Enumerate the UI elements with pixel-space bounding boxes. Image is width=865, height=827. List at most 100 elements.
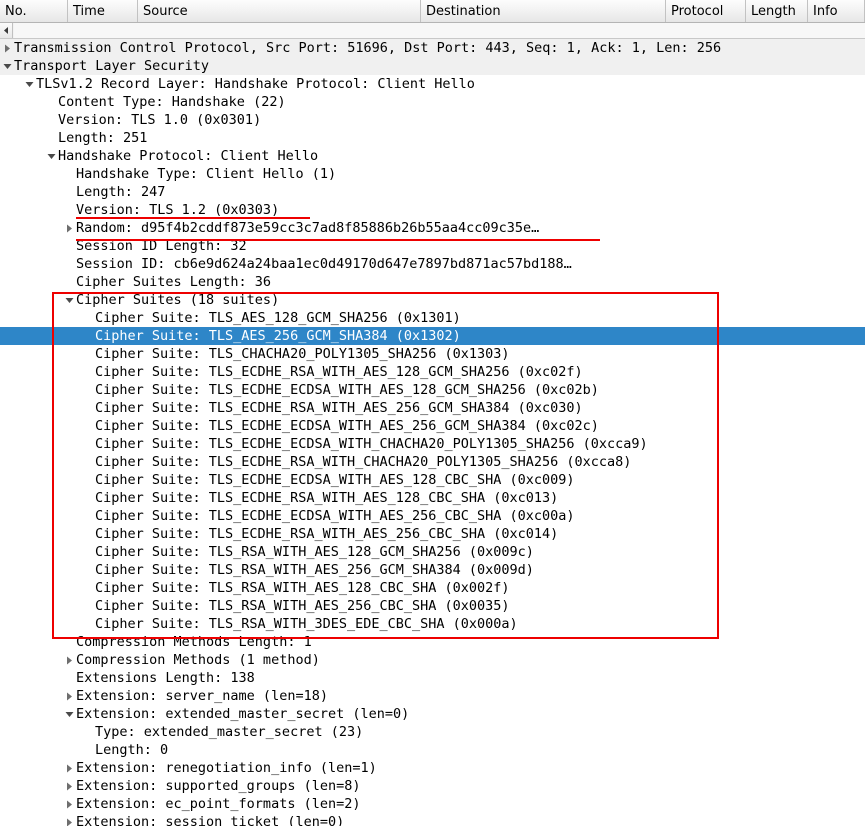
row-compression-methods[interactable]: Compression Methods (1 method)	[0, 651, 865, 669]
row-handshake-length[interactable]: Length: 247	[0, 183, 865, 201]
tree-row-label: Cipher Suite: TLS_ECDHE_RSA_WITH_AES_128…	[95, 490, 559, 506]
row-random[interactable]: Random: d95f4b2cddf873e59cc3c7ad8f85886b…	[0, 219, 865, 237]
row-cipher-suite-3[interactable]: Cipher Suite: TLS_CHACHA20_POLY1305_SHA2…	[0, 345, 865, 363]
tree-row-label: Cipher Suite: TLS_ECDHE_RSA_WITH_AES_256…	[95, 526, 559, 542]
tree-row-label: Cipher Suite: TLS_RSA_WITH_AES_128_GCM_S…	[95, 544, 534, 560]
row-extension-ec-point-formats[interactable]: Extension: ec_point_formats (len=2)	[0, 795, 865, 813]
tree-row-label: Extension: extended_master_secret (len=0…	[76, 706, 410, 722]
tree-row-label: Cipher Suites Length: 36	[76, 274, 272, 290]
row-extension-supported-groups[interactable]: Extension: supported_groups (len=8)	[0, 777, 865, 795]
tree-row-label: Length: 247	[76, 184, 166, 200]
row-extension-session-ticket[interactable]: Extension: session_ticket (len=0)	[0, 813, 865, 826]
tree-row-label: Extension: renegotiation_info (len=1)	[76, 760, 377, 776]
triangle-down-icon[interactable]	[62, 705, 76, 723]
tree-row-label: Cipher Suite: TLS_RSA_WITH_AES_128_CBC_S…	[95, 580, 510, 596]
column-header-no[interactable]: No.	[0, 0, 68, 22]
tree-row-label: Version: TLS 1.0 (0x0301)	[58, 112, 262, 128]
column-header-info[interactable]: Info	[808, 0, 865, 22]
tree-row-label: Transmission Control Protocol, Src Port:…	[14, 40, 722, 56]
tree-row-label: Extension: supported_groups (len=8)	[76, 778, 361, 794]
triangle-left-icon	[3, 27, 9, 34]
tree-row-label: Length: 0	[95, 742, 169, 758]
tree-row-label: Handshake Type: Client Hello (1)	[76, 166, 337, 182]
row-compression-methods-len[interactable]: Compression Methods Length: 1	[0, 633, 865, 651]
row-cipher-suite-10[interactable]: Cipher Suite: TLS_ECDHE_ECDSA_WITH_AES_1…	[0, 471, 865, 489]
tree-row-label: Cipher Suite: TLS_RSA_WITH_AES_256_GCM_S…	[95, 562, 534, 578]
column-header-source[interactable]: Source	[138, 0, 421, 22]
tree-row-label: Transport Layer Security	[14, 58, 210, 74]
tree-row-label: Cipher Suite: TLS_RSA_WITH_AES_256_CBC_S…	[95, 598, 510, 614]
packet-detail-tree[interactable]: Transmission Control Protocol, Src Port:…	[0, 39, 865, 826]
triangle-right-icon[interactable]	[0, 39, 14, 57]
tree-row-label: Cipher Suites (18 suites)	[76, 292, 280, 308]
row-record-length[interactable]: Length: 251	[0, 129, 865, 147]
row-handshake-protocol[interactable]: Handshake Protocol: Client Hello	[0, 147, 865, 165]
triangle-right-icon[interactable]	[62, 813, 76, 826]
tree-row-label: Extension: ec_point_formats (len=2)	[76, 796, 361, 812]
row-ems-type[interactable]: Type: extended_master_secret (23)	[0, 723, 865, 741]
row-cipher-suite-6[interactable]: Cipher Suite: TLS_ECDHE_RSA_WITH_AES_256…	[0, 399, 865, 417]
row-cipher-suite-15[interactable]: Cipher Suite: TLS_RSA_WITH_AES_256_GCM_S…	[0, 561, 865, 579]
row-cipher-suite-8[interactable]: Cipher Suite: TLS_ECDHE_ECDSA_WITH_CHACH…	[0, 435, 865, 453]
triangle-right-icon[interactable]	[62, 759, 76, 777]
column-header-length[interactable]: Length	[746, 0, 808, 22]
triangle-right-icon[interactable]	[62, 777, 76, 795]
column-header-destination[interactable]: Destination	[421, 0, 666, 22]
scrollbar-track[interactable]	[14, 23, 865, 38]
row-cipher-suite-11[interactable]: Cipher Suite: TLS_ECDHE_RSA_WITH_AES_128…	[0, 489, 865, 507]
tree-row-label: Content Type: Handshake (22)	[58, 94, 286, 110]
row-session-id[interactable]: Session ID: cb6e9d624a24baa1ec0d49170d64…	[0, 255, 865, 273]
row-extensions-length[interactable]: Extensions Length: 138	[0, 669, 865, 687]
row-handshake-version[interactable]: Version: TLS 1.2 (0x0303)	[0, 201, 865, 219]
row-extension-server-name[interactable]: Extension: server_name (len=18)	[0, 687, 865, 705]
scroll-left-button[interactable]	[0, 23, 13, 38]
row-cipher-suite-13[interactable]: Cipher Suite: TLS_ECDHE_RSA_WITH_AES_256…	[0, 525, 865, 543]
horizontal-scrollbar[interactable]	[0, 23, 865, 39]
tree-row-label: Cipher Suite: TLS_ECDHE_ECDSA_WITH_CHACH…	[95, 436, 648, 452]
triangle-right-icon[interactable]	[62, 687, 76, 705]
tree-row-label: Version: TLS 1.2 (0x0303)	[76, 202, 280, 218]
row-cipher-suite-5[interactable]: Cipher Suite: TLS_ECDHE_ECDSA_WITH_AES_1…	[0, 381, 865, 399]
tree-row-label: Cipher Suite: TLS_CHACHA20_POLY1305_SHA2…	[95, 346, 510, 362]
row-cipher-suite-2[interactable]: Cipher Suite: TLS_AES_256_GCM_SHA384 (0x…	[0, 327, 865, 345]
tree-row-label: Cipher Suite: TLS_ECDHE_RSA_WITH_CHACHA2…	[95, 454, 632, 470]
row-ems-length[interactable]: Length: 0	[0, 741, 865, 759]
tree-row-label: Cipher Suite: TLS_AES_128_GCM_SHA256 (0x…	[95, 310, 461, 326]
row-cipher-suite-16[interactable]: Cipher Suite: TLS_RSA_WITH_AES_128_CBC_S…	[0, 579, 865, 597]
triangle-right-icon[interactable]	[62, 651, 76, 669]
tree-row-label: Cipher Suite: TLS_ECDHE_ECDSA_WITH_AES_1…	[95, 382, 599, 398]
tree-row-label: Compression Methods (1 method)	[76, 652, 320, 668]
row-cipher-suite-14[interactable]: Cipher Suite: TLS_RSA_WITH_AES_128_GCM_S…	[0, 543, 865, 561]
row-cipher-suites-length[interactable]: Cipher Suites Length: 36	[0, 273, 865, 291]
tree-row-label: Cipher Suite: TLS_RSA_WITH_3DES_EDE_CBC_…	[95, 616, 518, 632]
tree-row-label: Cipher Suite: TLS_ECDHE_ECDSA_WITH_AES_1…	[95, 472, 575, 488]
row-cipher-suite-12[interactable]: Cipher Suite: TLS_ECDHE_ECDSA_WITH_AES_2…	[0, 507, 865, 525]
row-cipher-suite-4[interactable]: Cipher Suite: TLS_ECDHE_RSA_WITH_AES_128…	[0, 363, 865, 381]
row-session-id-length[interactable]: Session ID Length: 32	[0, 237, 865, 255]
column-header-protocol[interactable]: Protocol	[666, 0, 746, 22]
row-cipher-suite-17[interactable]: Cipher Suite: TLS_RSA_WITH_AES_256_CBC_S…	[0, 597, 865, 615]
row-tls[interactable]: Transport Layer Security	[0, 57, 865, 75]
row-cipher-suites[interactable]: Cipher Suites (18 suites)	[0, 291, 865, 309]
row-extension-ems[interactable]: Extension: extended_master_secret (len=0…	[0, 705, 865, 723]
row-record-layer[interactable]: TLSv1.2 Record Layer: Handshake Protocol…	[0, 75, 865, 93]
row-cipher-suite-18[interactable]: Cipher Suite: TLS_RSA_WITH_3DES_EDE_CBC_…	[0, 615, 865, 633]
row-record-version[interactable]: Version: TLS 1.0 (0x0301)	[0, 111, 865, 129]
triangle-right-icon[interactable]	[62, 219, 76, 237]
tree-row-label: Length: 251	[58, 130, 148, 146]
tree-row-label: Extension: session_ticket (len=0)	[76, 814, 345, 826]
row-cipher-suite-1[interactable]: Cipher Suite: TLS_AES_128_GCM_SHA256 (0x…	[0, 309, 865, 327]
row-extension-renegotiation[interactable]: Extension: renegotiation_info (len=1)	[0, 759, 865, 777]
tree-row-label: Cipher Suite: TLS_ECDHE_RSA_WITH_AES_128…	[95, 364, 583, 380]
row-cipher-suite-9[interactable]: Cipher Suite: TLS_ECDHE_RSA_WITH_CHACHA2…	[0, 453, 865, 471]
triangle-down-icon[interactable]	[0, 57, 14, 75]
triangle-down-icon[interactable]	[22, 75, 36, 93]
row-tcp[interactable]: Transmission Control Protocol, Src Port:…	[0, 39, 865, 57]
column-header-time[interactable]: Time	[68, 0, 138, 22]
triangle-down-icon[interactable]	[44, 147, 58, 165]
row-handshake-type[interactable]: Handshake Type: Client Hello (1)	[0, 165, 865, 183]
triangle-down-icon[interactable]	[62, 291, 76, 309]
row-cipher-suite-7[interactable]: Cipher Suite: TLS_ECDHE_ECDSA_WITH_AES_2…	[0, 417, 865, 435]
row-content-type[interactable]: Content Type: Handshake (22)	[0, 93, 865, 111]
triangle-right-icon[interactable]	[62, 795, 76, 813]
